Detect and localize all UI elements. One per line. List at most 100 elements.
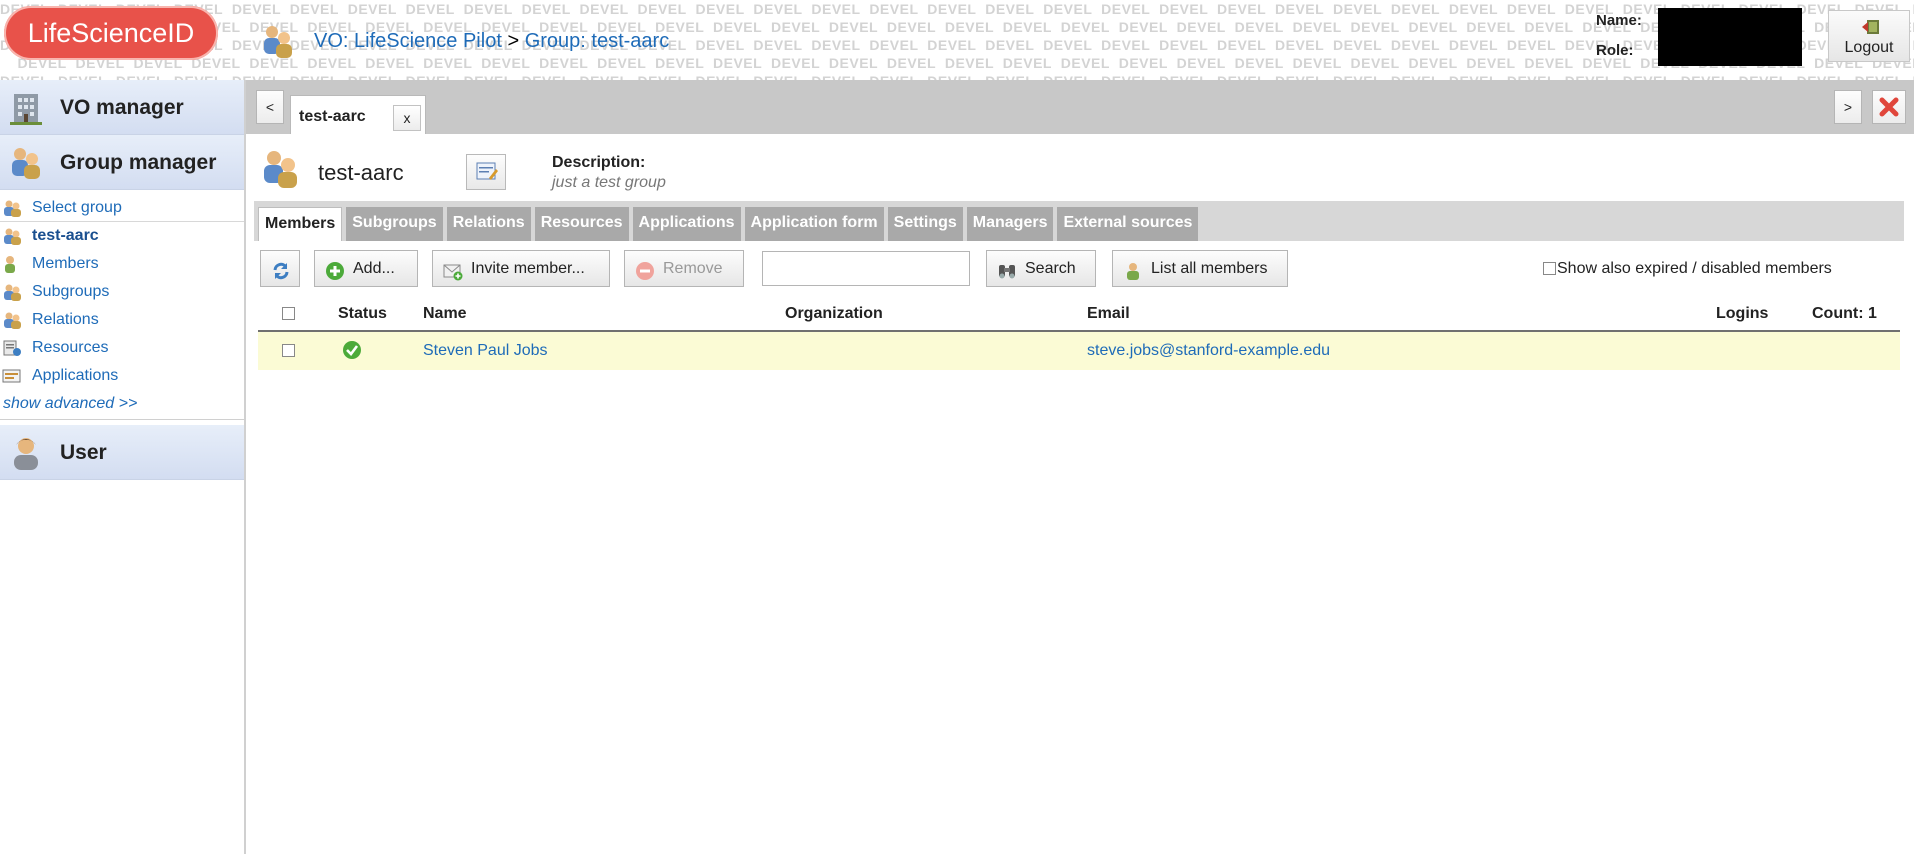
logout-icon (1861, 19, 1881, 35)
row-checkbox[interactable] (282, 344, 295, 357)
list-all-label: List all members (1151, 260, 1268, 277)
breadcrumb-vo-link[interactable]: VO: LifeScience Pilot (314, 30, 502, 52)
user-info: Name: Role: Logout (1594, 0, 1914, 80)
sidebar-item-members[interactable]: Members (0, 250, 244, 278)
tab-members[interactable]: Members (258, 207, 343, 241)
edit-icon (467, 162, 505, 193)
checkbox[interactable] (1543, 262, 1556, 275)
show-advanced-link[interactable]: show advanced >> (0, 390, 244, 420)
sidebar-item-label: Relations (32, 311, 99, 328)
sidebar-item-label: Applications (32, 367, 119, 384)
edit-group-button[interactable] (466, 154, 506, 190)
status-valid-icon (342, 340, 362, 365)
user-name-label: Name: (1596, 12, 1642, 29)
invite-label: Invite member... (471, 260, 585, 277)
sidebar-item-subgroups[interactable]: Subgroups (0, 278, 244, 306)
redacted-user-info (1658, 8, 1802, 66)
group-icon (2, 199, 22, 217)
breadcrumb: VO: LifeScience Pilot > Group: test-aarc (262, 26, 670, 58)
select-all-checkbox[interactable] (282, 307, 295, 320)
member-email-link[interactable]: steve.jobs@stanford-example.edu (1087, 332, 1330, 370)
tab-managers[interactable]: Managers (966, 207, 1054, 241)
show-expired-checkbox[interactable]: Show also expired / disabled members (1543, 250, 1832, 287)
tab-relations[interactable]: Relations (446, 207, 531, 241)
tab-external-sources[interactable]: External sources (1057, 207, 1199, 241)
search-label: Search (1025, 260, 1076, 277)
sidebar-item-select-group[interactable]: Select group (0, 194, 244, 222)
close-all-tabs-button[interactable] (1872, 90, 1906, 124)
header-organization[interactable]: Organization (785, 296, 883, 332)
group-subtabs: Members Subgroups Relations Resources Ap… (254, 201, 1904, 241)
sidebar-item-label: Subgroups (32, 283, 110, 300)
description-value: just a test group (552, 174, 666, 191)
close-tab-button[interactable]: x (393, 105, 421, 131)
binoculars-icon (997, 259, 1017, 279)
sidebar-section-group-manager-label: Group manager (60, 151, 217, 174)
tab-application-form[interactable]: Application form (744, 207, 884, 241)
tab-subgroups[interactable]: Subgroups (346, 207, 443, 241)
refresh-button[interactable] (260, 250, 300, 287)
description-label: Description: (552, 154, 646, 171)
tab-settings[interactable]: Settings (887, 207, 963, 241)
tab-bar: < test-aarc x > (246, 80, 1914, 134)
sidebar-item-applications[interactable]: Applications (0, 362, 244, 390)
add-icon (325, 259, 345, 280)
sidebar-section-user-label: User (60, 441, 107, 464)
sidebar-item-relations[interactable]: Relations (0, 306, 244, 334)
logo[interactable]: LifeScienceID (4, 6, 218, 60)
breadcrumb-separator: > (507, 30, 520, 52)
user-role-label: Role: (1596, 42, 1634, 59)
table-row[interactable]: Steven Paul Jobs steve.jobs@stanford-exa… (258, 332, 1900, 370)
sidebar-item-test-aarc[interactable]: test-aarc (0, 222, 244, 250)
tab-label: test-aarc (299, 108, 366, 125)
header-email[interactable]: Email (1087, 296, 1130, 332)
invite-member-button[interactable]: Invite member... (432, 250, 610, 287)
member-name-link[interactable]: Steven Paul Jobs (423, 332, 548, 370)
member-icon (1123, 259, 1143, 280)
members-table: Status Name Organization Email Logins Co… (258, 296, 1900, 370)
tab-resources[interactable]: Resources (534, 207, 629, 241)
logout-label: Logout (1844, 39, 1894, 56)
close-icon (1873, 97, 1905, 127)
member-icon (2, 255, 22, 273)
user-icon (8, 435, 44, 471)
sidebar-item-label: Members (32, 255, 99, 272)
page-title: test-aarc (318, 160, 404, 185)
remove-button[interactable]: Remove (624, 250, 744, 287)
group-icon (2, 283, 22, 301)
table-header: Status Name Organization Email Logins Co… (258, 296, 1900, 332)
sidebar: VO manager Group manager Select group te… (0, 80, 246, 854)
header-name[interactable]: Name (423, 296, 467, 332)
add-member-button[interactable]: Add... (314, 250, 418, 287)
search-input[interactable] (762, 251, 970, 286)
header: DEVEL DEVEL DEVEL DEVEL DEVEL DEVEL DEVE… (0, 0, 1914, 80)
sidebar-item-label: test-aarc (32, 227, 99, 244)
tab-applications[interactable]: Applications (632, 207, 741, 241)
sidebar-item-resources[interactable]: Resources (0, 334, 244, 362)
tab-test-aarc[interactable]: test-aarc x (290, 95, 426, 134)
search-button[interactable]: Search (986, 250, 1096, 287)
group-icon (8, 145, 44, 181)
sidebar-section-vo-manager-label: VO manager (60, 96, 184, 119)
header-logins[interactable]: Logins (1716, 296, 1768, 332)
main-content: < test-aarc x > test-aarc Description: j… (246, 80, 1914, 854)
resource-icon (2, 339, 22, 357)
row-count: Count: 1 (1812, 305, 1877, 322)
next-tab-button[interactable]: > (1834, 90, 1862, 124)
sidebar-section-vo-manager[interactable]: VO manager (0, 80, 244, 135)
building-icon (8, 90, 44, 126)
applications-icon (2, 367, 22, 385)
remove-icon (635, 259, 655, 280)
sidebar-section-user[interactable]: User (0, 425, 244, 480)
prev-tab-button[interactable]: < (256, 90, 284, 124)
sidebar-item-label: Resources (32, 339, 109, 356)
members-toolbar: Add... Invite member... Remove Search Li… (260, 250, 1900, 290)
sidebar-section-group-manager[interactable]: Group manager (0, 135, 244, 190)
group-icon (260, 148, 302, 195)
breadcrumb-group-link[interactable]: Group: test-aarc (525, 30, 670, 52)
list-all-members-button[interactable]: List all members (1112, 250, 1288, 287)
header-status[interactable]: Status (338, 296, 387, 332)
logout-button[interactable]: Logout (1828, 10, 1910, 62)
group-header: test-aarc Description: just a test group (260, 148, 1900, 198)
refresh-icon (271, 259, 291, 280)
